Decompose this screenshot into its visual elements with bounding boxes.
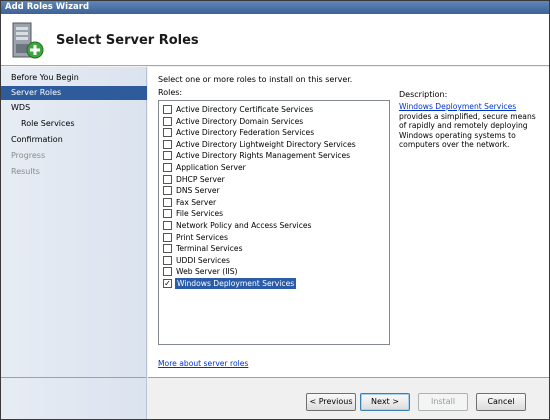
server-add-icon — [12, 22, 44, 59]
step-role-services[interactable]: Role Services — [1, 117, 147, 131]
page-title: Select Server Roles — [56, 33, 199, 48]
role-label: Network Policy and Access Services — [176, 221, 312, 230]
role-checkbox[interactable] — [163, 151, 172, 161]
role-checkbox[interactable] — [163, 174, 172, 184]
step-confirmation[interactable]: Confirmation — [1, 133, 147, 147]
roles-listbox[interactable]: Active Directory Certificate Services Act… — [158, 100, 390, 345]
role-checkbox[interactable] — [163, 209, 172, 219]
role-item[interactable]: ✓ Windows Deployment Services — [163, 277, 385, 290]
role-item[interactable]: UDDI Services — [163, 255, 385, 266]
sidebar-footer — [1, 377, 147, 419]
step-wds[interactable]: WDS — [1, 101, 147, 115]
role-checkbox[interactable] — [163, 139, 172, 149]
description-heading: Description: — [399, 90, 448, 99]
role-item[interactable]: Web Server (IIS) — [163, 266, 385, 277]
role-item[interactable]: DHCP Server — [163, 174, 385, 185]
role-label: Application Server — [176, 163, 246, 172]
role-label: Active Directory Domain Services — [176, 116, 304, 126]
role-checkbox[interactable] — [163, 105, 172, 114]
role-checkbox[interactable] — [163, 128, 172, 138]
role-label: Print Services — [176, 232, 228, 242]
step-server-roles[interactable]: Server Roles — [1, 86, 147, 100]
role-checkbox[interactable] — [163, 244, 172, 254]
role-item[interactable]: DNS Server — [163, 185, 385, 196]
description-text: Windows Deployment Services provides a s… — [399, 102, 544, 150]
role-item[interactable]: Active Directory Federation Services — [163, 127, 385, 138]
role-label: Terminal Services — [176, 244, 243, 254]
title-bar: Add Roles Wizard — [1, 1, 549, 14]
role-checkbox[interactable] — [163, 267, 172, 277]
step-before-you-begin[interactable]: Before You Begin — [1, 71, 147, 85]
role-checkbox[interactable] — [163, 255, 172, 265]
main-content: Select one or more roles to install on t… — [148, 67, 549, 377]
roles-label: Roles: — [158, 88, 183, 97]
previous-button[interactable]: < Previous — [306, 393, 356, 411]
role-label: Active Directory Certificate Services — [176, 105, 314, 114]
role-label: DNS Server — [176, 186, 220, 196]
role-item[interactable]: Network Policy and Access Services — [163, 220, 385, 231]
role-item[interactable]: Active Directory Certificate Services — [163, 104, 385, 115]
role-label: Active Directory Lightweight Directory S… — [176, 139, 356, 149]
description-body: provides a simplified, secure means of r… — [399, 111, 536, 150]
role-checkbox[interactable] — [163, 197, 172, 207]
role-checkbox[interactable] — [163, 116, 172, 126]
role-item[interactable]: Terminal Services — [163, 243, 385, 254]
role-label: DHCP Server — [176, 174, 225, 184]
role-label: Fax Server — [176, 197, 217, 207]
role-item[interactable]: Active Directory Rights Management Servi… — [163, 150, 385, 161]
role-label: Active Directory Rights Management Servi… — [176, 151, 351, 161]
role-item[interactable]: Fax Server — [163, 197, 385, 208]
wizard-footer: < Previous Next > Install Cancel — [148, 377, 549, 419]
role-checkbox[interactable] — [163, 232, 172, 242]
role-label: Web Server (IIS) — [176, 267, 238, 277]
cancel-button[interactable]: Cancel — [476, 393, 526, 411]
role-label: File Services — [176, 209, 224, 219]
role-checkbox[interactable] — [163, 186, 172, 196]
role-label: Windows Deployment Services — [173, 277, 298, 290]
wizard-steps-sidebar: Before You Begin Server Roles WDS Role S… — [1, 67, 147, 377]
step-progress: Progress — [11, 151, 46, 160]
wizard-window: Add Roles Wizard Select Server Roles Bef… — [0, 0, 550, 420]
wizard-header: Select Server Roles — [1, 14, 549, 66]
role-item[interactable]: Application Server — [163, 162, 385, 173]
role-checkbox[interactable] — [163, 163, 172, 172]
role-item[interactable]: File Services — [163, 208, 385, 219]
next-button[interactable]: Next > — [360, 393, 410, 411]
role-label: UDDI Services — [176, 255, 230, 265]
step-results: Results — [11, 167, 40, 176]
install-button: Install — [418, 393, 468, 411]
role-item[interactable]: Active Directory Domain Services — [163, 116, 385, 127]
description-link[interactable]: Windows Deployment Services — [399, 102, 516, 111]
instructions-text: Select one or more roles to install on t… — [158, 75, 353, 84]
more-about-roles-link[interactable]: More about server roles — [158, 359, 248, 368]
role-label: Active Directory Federation Services — [176, 128, 315, 138]
role-checkbox[interactable]: ✓ — [163, 279, 172, 288]
role-item[interactable]: Active Directory Lightweight Directory S… — [163, 139, 385, 150]
role-checkbox[interactable] — [163, 221, 172, 230]
role-item[interactable]: Print Services — [163, 232, 385, 243]
